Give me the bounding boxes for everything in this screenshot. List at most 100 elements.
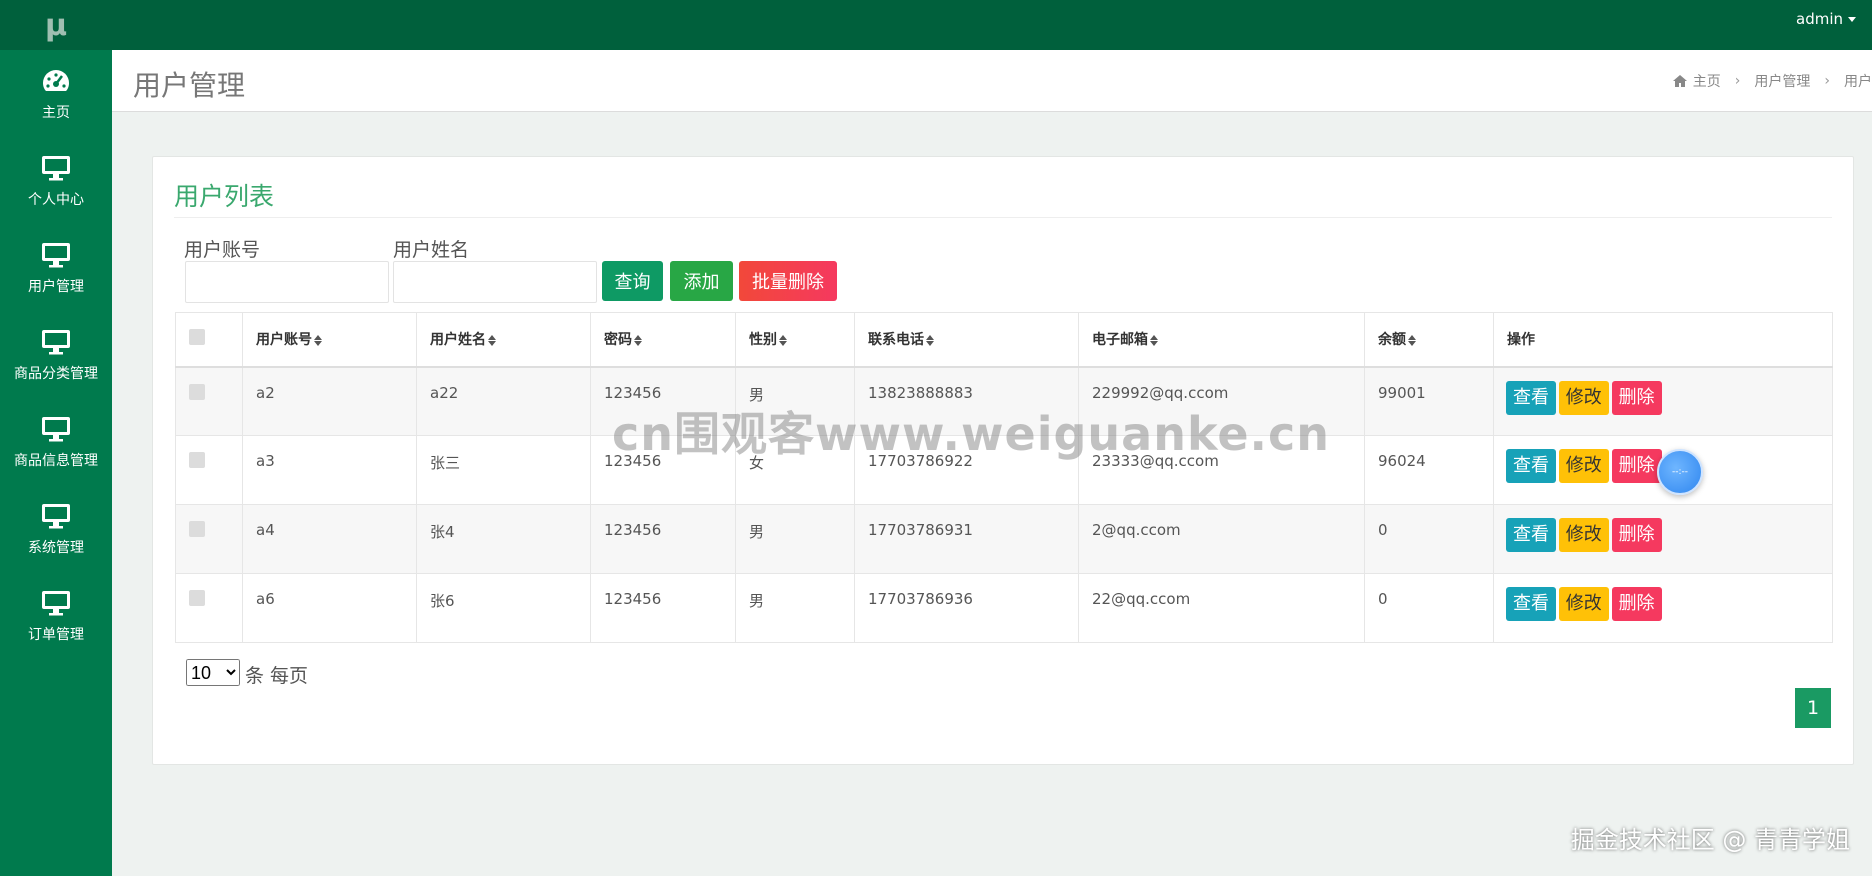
- delete-button[interactable]: 删除: [1611, 449, 1662, 483]
- sort-icon: [1150, 334, 1158, 346]
- cell-account: a4: [242, 504, 417, 574]
- cell-phone: 17703786936: [854, 573, 1079, 643]
- sidebar-item-products[interactable]: 商品信息管理: [0, 398, 112, 485]
- sidebar-item-orders[interactable]: 订单管理: [0, 572, 112, 659]
- cell-name: 张三: [416, 435, 591, 505]
- cell-balance: 96024: [1364, 435, 1494, 505]
- monitor-icon: [40, 588, 72, 618]
- sidebar-item-users[interactable]: 用户管理: [0, 224, 112, 311]
- cell-password: 123456: [590, 504, 736, 574]
- account-label: 用户账号: [184, 239, 261, 261]
- row-checkbox[interactable]: [189, 383, 205, 400]
- floating-assistant-ball[interactable]: --:--: [1657, 449, 1703, 495]
- cell-name: 张4: [416, 504, 591, 574]
- cell-balance: 99001: [1364, 366, 1494, 436]
- cell-account: a3: [242, 435, 417, 505]
- row-checkbox-cell: [175, 504, 243, 574]
- col-name[interactable]: 用户姓名: [416, 312, 591, 368]
- table-row: a4 张4 123456 男 17703786931 2@qq.ccom 0 查…: [175, 504, 1833, 574]
- breadcrumb-current: 用户: [1844, 74, 1872, 90]
- home-icon: [1672, 75, 1687, 87]
- edit-button[interactable]: 修改: [1558, 518, 1609, 552]
- col-account[interactable]: 用户账号: [242, 312, 417, 368]
- panel-title: 用户列表: [174, 182, 275, 211]
- view-button[interactable]: 查看: [1506, 449, 1556, 483]
- select-all-header: [175, 312, 243, 368]
- view-button[interactable]: 查看: [1506, 380, 1556, 415]
- row-checkbox[interactable]: [189, 590, 205, 606]
- breadcrumb: 主页 › 用户管理 › 用户: [1672, 71, 1872, 91]
- cell-balance: 0: [1364, 573, 1494, 643]
- col-balance-label: 余额: [1378, 332, 1406, 349]
- cell-name: a22: [416, 366, 591, 436]
- breadcrumb-home[interactable]: 主页: [1693, 71, 1721, 91]
- view-button[interactable]: 查看: [1506, 587, 1556, 621]
- col-gender[interactable]: 性别: [735, 312, 855, 368]
- app-logo[interactable]: μ: [0, 0, 112, 50]
- account-search-input[interactable]: [185, 261, 389, 303]
- user-menu-label: admin: [1796, 10, 1843, 28]
- cell-account: a6: [242, 573, 417, 643]
- sidebar-item-label: 系统管理: [28, 539, 84, 556]
- row-checkbox-cell: [175, 366, 243, 436]
- per-page-label: 条 每页: [245, 665, 309, 687]
- row-checkbox[interactable]: [189, 521, 205, 537]
- cell-gender: 男: [735, 504, 855, 574]
- sidebar-item-label: 主页: [42, 104, 70, 121]
- batch-delete-button[interactable]: 批量删除: [739, 261, 837, 301]
- chevron-right-icon: ›: [1734, 73, 1741, 89]
- col-password-label: 密码: [604, 332, 632, 349]
- row-checkbox-cell: [175, 573, 243, 643]
- name-search-input[interactable]: [393, 261, 597, 303]
- delete-button[interactable]: 删除: [1611, 518, 1662, 552]
- col-email[interactable]: 电子邮箱: [1078, 312, 1365, 368]
- col-gender-label: 性别: [749, 332, 777, 349]
- table-header-row: 用户账号 用户姓名 密码 性别 联系电话 电子邮箱 余额 操作: [175, 312, 1833, 368]
- page-1-button[interactable]: 1: [1795, 688, 1831, 728]
- source-credit: 掘金技术社区 @ 青青学姐: [1570, 826, 1850, 854]
- user-menu[interactable]: admin: [1796, 10, 1856, 28]
- sidebar-item-system[interactable]: 系统管理: [0, 485, 112, 572]
- col-actions: 操作: [1493, 312, 1833, 368]
- row-checkbox[interactable]: [189, 452, 205, 468]
- cell-phone: 17703786931: [854, 504, 1079, 574]
- sidebar-item-product-categories[interactable]: 商品分类管理: [0, 311, 112, 398]
- sort-icon: [488, 334, 496, 346]
- col-name-label: 用户姓名: [430, 332, 486, 349]
- cell-gender: 男: [735, 573, 855, 643]
- sidebar-item-label: 个人中心: [28, 191, 84, 208]
- sidebar-item-label: 用户管理: [28, 278, 84, 295]
- col-balance[interactable]: 余额: [1364, 312, 1494, 368]
- sort-icon: [779, 334, 787, 346]
- sidebar-item-label: 商品信息管理: [14, 452, 98, 469]
- monitor-icon: [40, 327, 72, 357]
- cell-actions: 查看 修改 删除: [1493, 504, 1833, 574]
- edit-button[interactable]: 修改: [1558, 380, 1609, 415]
- top-bar: admin: [112, 0, 1872, 50]
- add-button[interactable]: 添加: [670, 261, 733, 301]
- col-account-label: 用户账号: [256, 332, 312, 349]
- page-header: 用户管理 主页 › 用户管理 › 用户: [112, 50, 1872, 112]
- col-email-label: 电子邮箱: [1092, 332, 1148, 349]
- dashboard-icon: [40, 66, 72, 96]
- monitor-icon: [40, 501, 72, 531]
- view-button[interactable]: 查看: [1506, 518, 1556, 552]
- cell-actions: 查看 修改 删除: [1493, 366, 1833, 436]
- col-phone[interactable]: 联系电话: [854, 312, 1079, 368]
- cell-account: a2: [242, 366, 417, 436]
- edit-button[interactable]: 修改: [1558, 587, 1609, 621]
- page-size-select[interactable]: 10: [186, 659, 240, 686]
- delete-button[interactable]: 删除: [1611, 380, 1662, 415]
- breadcrumb-users[interactable]: 用户管理: [1754, 71, 1810, 91]
- sidebar-item-label: 订单管理: [28, 626, 84, 643]
- delete-button[interactable]: 删除: [1611, 587, 1662, 621]
- select-all-checkbox[interactable]: [189, 329, 205, 346]
- sidebar-item-profile[interactable]: 个人中心: [0, 137, 112, 224]
- col-phone-label: 联系电话: [868, 332, 924, 349]
- edit-button[interactable]: 修改: [1558, 449, 1609, 483]
- query-button[interactable]: 查询: [602, 261, 663, 301]
- col-password[interactable]: 密码: [590, 312, 736, 368]
- name-label: 用户姓名: [393, 239, 470, 261]
- monitor-icon: [40, 153, 72, 183]
- sidebar-item-home[interactable]: 主页: [0, 50, 112, 137]
